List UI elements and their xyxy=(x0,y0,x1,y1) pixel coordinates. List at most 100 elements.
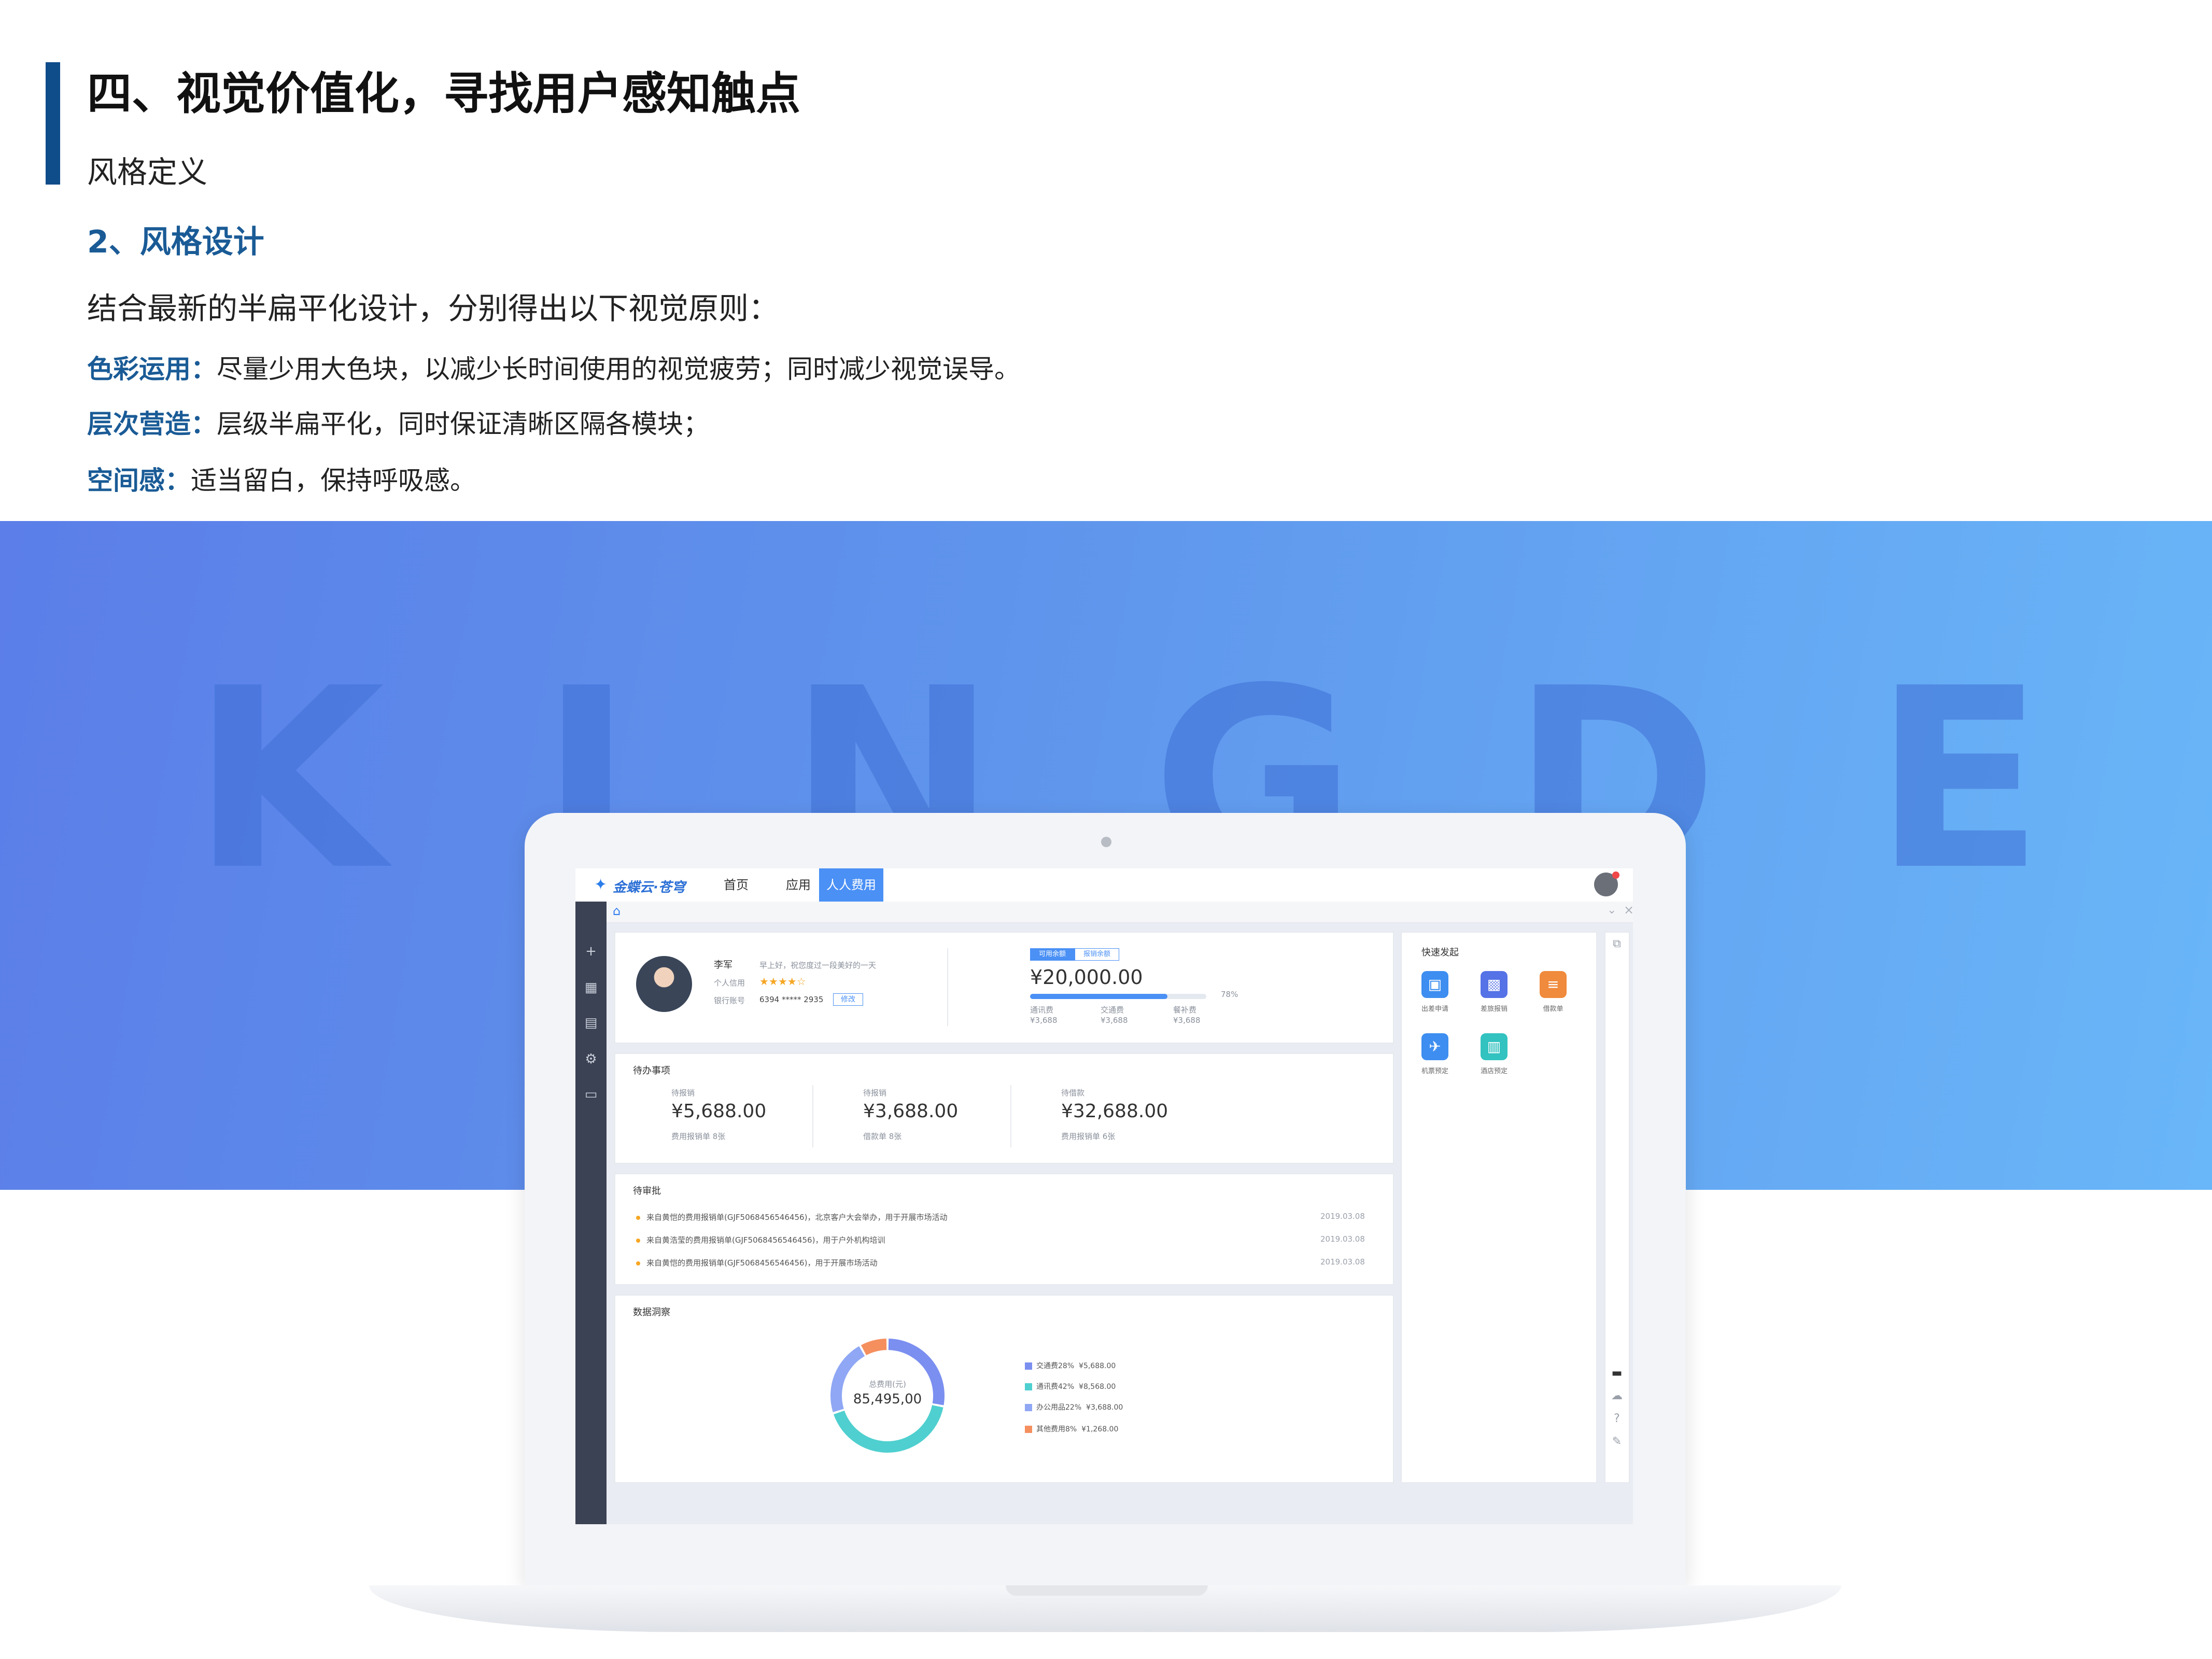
data-insight-title: 数据洞察 xyxy=(633,1307,670,1318)
quota-progress-fill xyxy=(1030,994,1168,999)
principle-text: 适当留白，保持呼吸感。 xyxy=(191,466,476,496)
donut-segment xyxy=(834,1405,943,1453)
approval-item[interactable]: 来自黄浩莹的费用报销单(GJF5068456546456)，用于户外机构培训 xyxy=(646,1234,885,1245)
page-subtitle: 风格定义 xyxy=(87,154,208,190)
legend-item: 办公用品22% ¥3,688.00 xyxy=(1025,1402,1180,1412)
todo-item-sub: 费用报销单 8张 xyxy=(671,1132,726,1141)
logo-icon: ✦ xyxy=(594,876,608,894)
right-tool-rail: ⧉ ▬ ☁ ? ✎ xyxy=(1604,932,1630,1483)
legend-item: 其他费用8% ¥1,268.00 xyxy=(1025,1424,1180,1434)
quota-amount: ¥20,000.00 xyxy=(1030,966,1143,989)
quick-actions-card: 快速发起 ▣ 出差申请 ▩ 差旅报销 ≡ 借款单 ✈ 机票预定 ▥ 酒店预定 xyxy=(1401,932,1597,1483)
principle-label: 色彩运用： xyxy=(87,354,217,384)
laptop-camera xyxy=(1101,837,1111,847)
quota-item-value: ¥3,688 xyxy=(1101,1016,1128,1025)
profile-avatar xyxy=(636,956,692,1012)
cloud-icon[interactable]: ☁ xyxy=(1610,1389,1624,1403)
tab-available-balance[interactable]: 可用余额 xyxy=(1030,948,1075,961)
legend-item: 交通费28% ¥5,688.00 xyxy=(1025,1360,1180,1371)
luggage-icon[interactable]: ▣ xyxy=(1421,971,1448,998)
layout-icon[interactable]: ⧉ xyxy=(1610,937,1624,951)
legend-value: ¥8,568.00 xyxy=(1079,1383,1116,1391)
app-screen: ✦ 金蝶云·苍穹 首页 应用 人人费用 + ▦ ▤ ⚙ ▭ ⌂ ⌄ × 李军 早… xyxy=(575,868,1633,1524)
plus-icon[interactable]: + xyxy=(583,943,599,960)
profile-greeting: 早上好，祝您度过一段美好的一天 xyxy=(759,961,877,970)
profile-card: 李军 早上好，祝您度过一段美好的一天 个人信用 ★★★★☆ 银行账号 6394 … xyxy=(614,932,1394,1044)
todo-item-value[interactable]: ¥32,688.00 xyxy=(1061,1101,1168,1122)
legend-swatch xyxy=(1025,1383,1032,1390)
todo-item-value[interactable]: ¥3,688.00 xyxy=(863,1101,958,1122)
help-icon[interactable]: ? xyxy=(1610,1412,1624,1426)
quota-item-value: ¥3,688 xyxy=(1173,1016,1201,1025)
quota-item-value: ¥3,688 xyxy=(1030,1016,1058,1025)
bank-label: 银行账号 xyxy=(714,996,745,1005)
quick-action-label: 机票预定 xyxy=(1421,1067,1448,1075)
quota-item-label: 交通费 xyxy=(1101,1005,1124,1015)
gear-icon[interactable]: ⚙ xyxy=(583,1051,599,1067)
document-icon[interactable]: ▤ xyxy=(583,1015,599,1031)
home-icon[interactable]: ⌂ xyxy=(613,904,621,918)
bank-number: 6394 ***** 2935 xyxy=(759,995,824,1004)
legend-value: ¥3,688.00 xyxy=(1086,1403,1123,1412)
legend-value: ¥5,688.00 xyxy=(1079,1362,1116,1370)
donut-total-value: 85,495,00 xyxy=(853,1391,922,1407)
approval-item[interactable]: 来自黄恺的费用报销单(GJF5068456546456)，用于开展市场活动 xyxy=(646,1257,877,1268)
breadcrumb-bar: ⌂ ⌄ × xyxy=(607,902,1633,923)
principle-color: 色彩运用：尽量少用大色块，以减少长时间使用的视觉疲劳；同时减少视觉误导。 xyxy=(87,348,1020,386)
close-icon[interactable]: × xyxy=(1624,903,1633,917)
todo-item-sub: 借款单 8张 xyxy=(863,1132,902,1141)
app-logo[interactable]: 金蝶云·苍穹 xyxy=(613,877,685,896)
top-navbar: ✦ 金蝶云·苍穹 首页 应用 人人费用 xyxy=(575,868,1633,902)
principle-text: 尽量少用大色块，以减少长时间使用的视觉疲劳；同时减少视觉误导。 xyxy=(217,354,1020,384)
plane-icon[interactable]: ✈ xyxy=(1421,1033,1448,1060)
todo-item-value[interactable]: ¥5,688.00 xyxy=(671,1101,766,1122)
edit-icon[interactable]: ✎ xyxy=(1610,1435,1624,1449)
todo-item-sub: 费用报销单 6张 xyxy=(1061,1132,1116,1141)
approval-date: 2019.03.08 xyxy=(1320,1212,1365,1221)
notification-badge xyxy=(1612,871,1619,879)
expense-donut-chart: 总费用(元) 85,495,00 xyxy=(830,1339,945,1453)
divider xyxy=(947,948,948,1026)
document-icon[interactable]: ≡ xyxy=(1540,971,1567,998)
principle-label: 层次营造： xyxy=(87,409,217,439)
chevron-down-icon[interactable]: ⌄ xyxy=(1607,904,1616,917)
screen-icon[interactable]: ▩ xyxy=(1481,971,1507,998)
approval-item[interactable]: 来自黄恺的费用报销单(GJF5068456546456)，北京客户大会举办，用于… xyxy=(646,1212,947,1222)
quota-item-label: 餐补费 xyxy=(1173,1005,1197,1015)
intro-text: 结合最新的半扁平化设计，分别得出以下视觉原则： xyxy=(87,291,779,326)
bullet-dot xyxy=(636,1261,640,1266)
todo-item-label: 待借款 xyxy=(1061,1088,1085,1098)
nav-tab-apps[interactable]: 应用 xyxy=(772,868,824,902)
legend-item: 通讯费42% ¥8,568.00 xyxy=(1025,1381,1180,1391)
profile-name: 李军 xyxy=(714,960,732,971)
approval-date: 2019.03.08 xyxy=(1320,1257,1365,1267)
nav-tab-home[interactable]: 首页 xyxy=(710,868,762,902)
quick-actions-title: 快速发起 xyxy=(1421,947,1459,958)
edit-bank-button[interactable]: 修改 xyxy=(833,993,863,1006)
quota-item-label: 通讯费 xyxy=(1030,1005,1054,1015)
todo-item-label: 待报销 xyxy=(863,1088,887,1098)
credit-stars: ★★★★☆ xyxy=(759,975,806,988)
minus-icon[interactable]: ▬ xyxy=(1610,1366,1624,1381)
laptop-base-notch xyxy=(1006,1585,1208,1596)
todo-title: 待办事项 xyxy=(633,1065,670,1076)
divider xyxy=(1010,1085,1011,1147)
donut-total-label: 总费用(元) xyxy=(869,1380,906,1389)
todo-card: 待办事项 待报销 ¥5,688.00 费用报销单 8张 待报销 ¥3,688.0… xyxy=(614,1053,1394,1164)
divider xyxy=(812,1085,813,1147)
tab-reimburse-balance[interactable]: 报销余额 xyxy=(1075,948,1119,961)
card-icon[interactable]: ▭ xyxy=(583,1086,599,1103)
grid-icon[interactable]: ▦ xyxy=(583,979,599,996)
legend-label: 交通费28% xyxy=(1036,1362,1075,1370)
quick-action-label: 酒店预定 xyxy=(1480,1067,1507,1075)
legend-swatch xyxy=(1025,1426,1032,1433)
legend-swatch xyxy=(1025,1362,1032,1370)
hotel-icon[interactable]: ▥ xyxy=(1481,1033,1507,1060)
approval-card: 待审批 来自黄恺的费用报销单(GJF5068456546456)，北京客户大会举… xyxy=(614,1173,1394,1285)
todo-item-label: 待报销 xyxy=(671,1088,695,1098)
principle-space: 空间感：适当留白，保持呼吸感。 xyxy=(87,460,476,497)
section-heading: 2、风格设计 xyxy=(87,224,264,260)
nav-tab-expense[interactable]: 人人费用 xyxy=(819,868,883,902)
legend-value: ¥1,268.00 xyxy=(1081,1425,1119,1433)
bullet-dot xyxy=(636,1216,640,1220)
